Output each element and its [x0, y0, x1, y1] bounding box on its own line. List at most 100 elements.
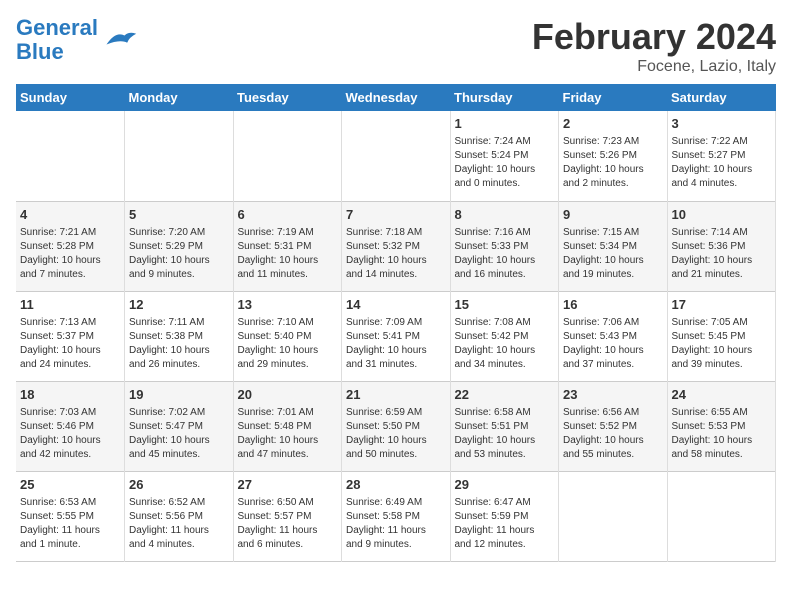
calendar-day-cell: 28 Sunrise: 6:49 AM Sunset: 5:58 PM Dayli…: [342, 471, 451, 561]
day-info: Sunrise: 6:50 AM Sunset: 5:57 PM Dayligh…: [238, 496, 338, 552]
calendar-day-cell: [233, 111, 342, 201]
calendar-day-cell: [342, 111, 451, 201]
day-info: Sunrise: 7:05 AM Sunset: 5:45 PM Dayligh…: [672, 316, 772, 372]
calendar-day-cell: [667, 471, 776, 561]
calendar-day-cell: 7 Sunrise: 7:18 AM Sunset: 5:32 PM Daylig…: [342, 201, 451, 291]
day-info: Sunrise: 7:10 AM Sunset: 5:40 PM Dayligh…: [238, 316, 338, 372]
calendar-day-cell: 3 Sunrise: 7:22 AM Sunset: 5:27 PM Daylig…: [667, 111, 776, 201]
day-number: 10: [672, 206, 772, 224]
logo-text: General Blue: [16, 16, 98, 64]
day-info: Sunrise: 6:47 AM Sunset: 5:59 PM Dayligh…: [455, 496, 555, 552]
day-info: Sunrise: 7:15 AM Sunset: 5:34 PM Dayligh…: [563, 226, 663, 282]
calendar-day-cell: 12 Sunrise: 7:11 AM Sunset: 5:38 PM Dayli…: [125, 291, 234, 381]
calendar-day-cell: 26 Sunrise: 6:52 AM Sunset: 5:56 PM Dayli…: [125, 471, 234, 561]
day-info: Sunrise: 7:08 AM Sunset: 5:42 PM Dayligh…: [455, 316, 555, 372]
day-info: Sunrise: 7:02 AM Sunset: 5:47 PM Dayligh…: [129, 406, 229, 462]
day-info: Sunrise: 7:22 AM Sunset: 5:27 PM Dayligh…: [672, 135, 772, 191]
day-info: Sunrise: 7:06 AM Sunset: 5:43 PM Dayligh…: [563, 316, 663, 372]
day-number: 2: [563, 115, 663, 133]
day-info: Sunrise: 6:59 AM Sunset: 5:50 PM Dayligh…: [346, 406, 446, 462]
calendar-week-row: 25 Sunrise: 6:53 AM Sunset: 5:55 PM Dayli…: [16, 471, 776, 561]
calendar-day-cell: 24Sunrise: 6:55 AM Sunset: 5:53 PM Dayli…: [667, 381, 776, 471]
calendar-day-cell: 29 Sunrise: 6:47 AM Sunset: 5:59 PM Dayli…: [450, 471, 559, 561]
calendar-day-cell: 18 Sunrise: 7:03 AM Sunset: 5:46 PM Dayli…: [16, 381, 125, 471]
calendar-day-cell: 9 Sunrise: 7:15 AM Sunset: 5:34 PM Daylig…: [559, 201, 668, 291]
day-number: 19: [129, 386, 229, 404]
calendar-day-cell: 13Sunrise: 7:10 AM Sunset: 5:40 PM Dayli…: [233, 291, 342, 381]
day-number: 16: [563, 296, 663, 314]
day-number: 8: [455, 206, 555, 224]
title-block: February 2024 Focene, Lazio, Italy: [532, 16, 776, 76]
day-info: Sunrise: 6:56 AM Sunset: 5:52 PM Dayligh…: [563, 406, 663, 462]
day-of-week-header: Tuesday: [233, 84, 342, 111]
day-number: 11: [20, 296, 120, 314]
calendar-day-cell: [16, 111, 125, 201]
day-number: 25: [20, 476, 120, 494]
day-info: Sunrise: 6:52 AM Sunset: 5:56 PM Dayligh…: [129, 496, 229, 552]
day-info: Sunrise: 6:49 AM Sunset: 5:58 PM Dayligh…: [346, 496, 446, 552]
calendar-day-cell: 15 Sunrise: 7:08 AM Sunset: 5:42 PM Dayli…: [450, 291, 559, 381]
day-info: Sunrise: 7:14 AM Sunset: 5:36 PM Dayligh…: [672, 226, 772, 282]
day-of-week-header: Saturday: [667, 84, 776, 111]
day-number: 7: [346, 206, 446, 224]
day-number: 27: [238, 476, 338, 494]
calendar-day-cell: 21Sunrise: 6:59 AM Sunset: 5:50 PM Dayli…: [342, 381, 451, 471]
day-info: Sunrise: 7:13 AM Sunset: 5:37 PM Dayligh…: [20, 316, 120, 372]
calendar-day-cell: 27 Sunrise: 6:50 AM Sunset: 5:57 PM Dayli…: [233, 471, 342, 561]
day-info: Sunrise: 7:18 AM Sunset: 5:32 PM Dayligh…: [346, 226, 446, 282]
day-number: 6: [238, 206, 338, 224]
day-number: 9: [563, 206, 663, 224]
logo-bird-icon: [102, 26, 138, 54]
day-info: Sunrise: 7:23 AM Sunset: 5:26 PM Dayligh…: [563, 135, 663, 191]
sub-title: Focene, Lazio, Italy: [532, 58, 776, 76]
calendar-day-cell: 23 Sunrise: 6:56 AM Sunset: 5:52 PM Dayli…: [559, 381, 668, 471]
calendar-day-cell: 10 Sunrise: 7:14 AM Sunset: 5:36 PM Dayli…: [667, 201, 776, 291]
day-number: 17: [672, 296, 772, 314]
calendar-day-cell: 17 Sunrise: 7:05 AM Sunset: 5:45 PM Dayli…: [667, 291, 776, 381]
day-info: Sunrise: 7:03 AM Sunset: 5:46 PM Dayligh…: [20, 406, 120, 462]
calendar-day-cell: [125, 111, 234, 201]
day-number: 26: [129, 476, 229, 494]
day-number: 22: [455, 386, 555, 404]
day-number: 12: [129, 296, 229, 314]
calendar-day-cell: 16 Sunrise: 7:06 AM Sunset: 5:43 PM Dayli…: [559, 291, 668, 381]
day-number: 23: [563, 386, 663, 404]
calendar-table: SundayMondayTuesdayWednesdayThursdayFrid…: [16, 84, 776, 562]
main-title: February 2024: [532, 16, 776, 58]
calendar-day-cell: 2 Sunrise: 7:23 AM Sunset: 5:26 PM Daylig…: [559, 111, 668, 201]
day-of-week-header: Monday: [125, 84, 234, 111]
day-info: Sunrise: 7:01 AM Sunset: 5:48 PM Dayligh…: [238, 406, 338, 462]
day-number: 5: [129, 206, 229, 224]
calendar-week-row: 1 Sunrise: 7:24 AM Sunset: 5:24 PM Daylig…: [16, 111, 776, 201]
day-of-week-header: Wednesday: [342, 84, 451, 111]
calendar-day-cell: 22 Sunrise: 6:58 AM Sunset: 5:51 PM Dayli…: [450, 381, 559, 471]
day-number: 3: [672, 115, 772, 133]
day-number: 29: [455, 476, 555, 494]
day-info: Sunrise: 6:58 AM Sunset: 5:51 PM Dayligh…: [455, 406, 555, 462]
day-info: Sunrise: 7:24 AM Sunset: 5:24 PM Dayligh…: [455, 135, 555, 191]
calendar-day-cell: 5 Sunrise: 7:20 AM Sunset: 5:29 PM Daylig…: [125, 201, 234, 291]
day-number: 14: [346, 296, 446, 314]
calendar-day-cell: 25 Sunrise: 6:53 AM Sunset: 5:55 PM Dayli…: [16, 471, 125, 561]
calendar-week-row: 18 Sunrise: 7:03 AM Sunset: 5:46 PM Dayli…: [16, 381, 776, 471]
calendar-day-cell: 1 Sunrise: 7:24 AM Sunset: 5:24 PM Daylig…: [450, 111, 559, 201]
day-of-week-header: Friday: [559, 84, 668, 111]
calendar-day-cell: 14Sunrise: 7:09 AM Sunset: 5:41 PM Dayli…: [342, 291, 451, 381]
day-info: Sunrise: 7:11 AM Sunset: 5:38 PM Dayligh…: [129, 316, 229, 372]
day-info: Sunrise: 6:53 AM Sunset: 5:55 PM Dayligh…: [20, 496, 120, 552]
day-info: Sunrise: 7:16 AM Sunset: 5:33 PM Dayligh…: [455, 226, 555, 282]
day-number: 15: [455, 296, 555, 314]
day-number: 28: [346, 476, 446, 494]
calendar-week-row: 4Sunrise: 7:21 AM Sunset: 5:28 PM Daylig…: [16, 201, 776, 291]
day-info: Sunrise: 7:20 AM Sunset: 5:29 PM Dayligh…: [129, 226, 229, 282]
calendar-day-cell: 4Sunrise: 7:21 AM Sunset: 5:28 PM Daylig…: [16, 201, 125, 291]
day-number: 1: [455, 115, 555, 133]
day-number: 18: [20, 386, 120, 404]
calendar-day-cell: 20Sunrise: 7:01 AM Sunset: 5:48 PM Dayli…: [233, 381, 342, 471]
calendar-day-cell: 11 Sunrise: 7:13 AM Sunset: 5:37 PM Dayli…: [16, 291, 125, 381]
day-number: 24: [672, 386, 772, 404]
calendar-header-row: SundayMondayTuesdayWednesdayThursdayFrid…: [16, 84, 776, 111]
page-header: General Blue February 2024 Focene, Lazio…: [16, 16, 776, 76]
day-of-week-header: Sunday: [16, 84, 125, 111]
logo: General Blue: [16, 16, 138, 64]
